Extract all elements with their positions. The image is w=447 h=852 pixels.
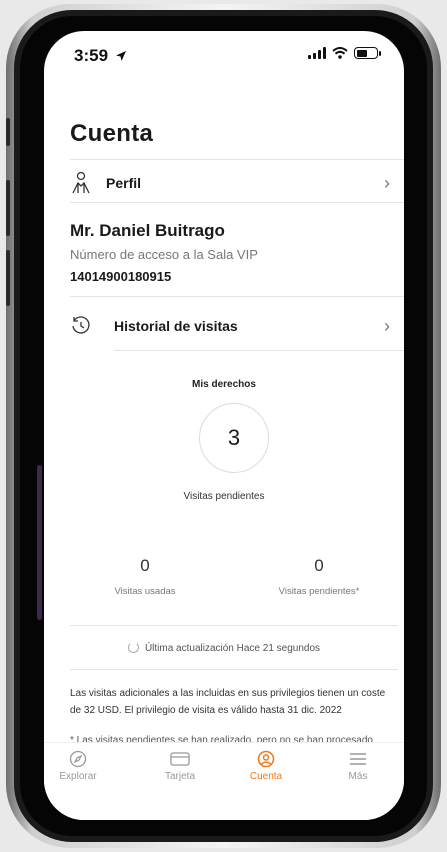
visit-cost-note: Las visitas adicionales a las incluidas … (70, 688, 386, 716)
divider (70, 625, 398, 626)
last-update-text: Última actualización Hace 21 segundos (144, 643, 321, 654)
pending-visits-value: 0 (314, 556, 324, 575)
menu-icon (350, 753, 366, 765)
status-time: 3:59 (74, 46, 127, 66)
pending-visits-stat: 0 Visitas pendientes* (244, 556, 394, 597)
card-icon (170, 752, 190, 766)
history-row[interactable]: Historial de visitas › (70, 306, 404, 346)
tab-label: Cuenta (249, 771, 283, 782)
divider (70, 296, 404, 297)
tab-explorar[interactable]: Explorar (48, 749, 108, 782)
used-visits-value: 0 (140, 556, 150, 575)
page-title: Cuenta (70, 120, 154, 147)
tab-label: Tarjeta (164, 771, 195, 782)
side-accent-strip (37, 465, 42, 620)
history-label: Historial de visitas (114, 318, 238, 334)
tab-bar: Explorar Tarjeta Cuenta Más (44, 742, 404, 820)
history-icon (72, 316, 90, 334)
mute-switch (6, 118, 10, 146)
app-screen: 3:59 Cuenta Perfil › Mr. Daniel Buitrago… (44, 31, 404, 820)
last-update: Última actualización Hace 21 segundos (44, 642, 404, 654)
divider (114, 350, 404, 351)
chevron-right-icon: › (384, 315, 390, 336)
status-bar: 3:59 (44, 31, 404, 81)
volume-up-button (6, 180, 10, 236)
refresh-icon (127, 642, 139, 653)
signal-icon (308, 47, 326, 59)
pending-visits-count: 3 (199, 403, 269, 473)
used-visits-stat: 0 Visitas usadas (70, 556, 220, 597)
wifi-icon (332, 47, 348, 59)
person-icon (72, 171, 90, 194)
access-number-label: Número de acceso a la Sala VIP (70, 247, 258, 262)
status-icons (308, 47, 381, 59)
profile-label: Perfil (106, 175, 142, 191)
tab-label: Explorar (59, 771, 97, 782)
used-visits-label: Visitas usadas (114, 586, 176, 597)
tab-cuenta[interactable]: Cuenta (236, 749, 296, 782)
profile-row[interactable]: Perfil › (70, 163, 404, 203)
member-name: Mr. Daniel Buitrago (70, 221, 225, 240)
divider (70, 669, 398, 670)
pending-visits-label: Visitas pendientes (183, 491, 265, 502)
tab-mas[interactable]: Más (328, 749, 388, 782)
divider (70, 202, 404, 203)
tab-label: Más (348, 771, 368, 782)
battery-icon (354, 47, 381, 59)
access-number: 14014900180915 (70, 269, 172, 284)
compass-icon (69, 750, 87, 768)
account-icon (257, 750, 275, 768)
volume-down-button (6, 250, 10, 306)
divider (70, 159, 404, 160)
location-arrow-icon (115, 51, 126, 61)
rights-title: Mis derechos (192, 379, 256, 390)
pending-visits-stat-label: Visitas pendientes* (278, 586, 360, 597)
tab-tarjeta[interactable]: Tarjeta (150, 749, 210, 782)
chevron-right-icon: › (384, 172, 390, 193)
